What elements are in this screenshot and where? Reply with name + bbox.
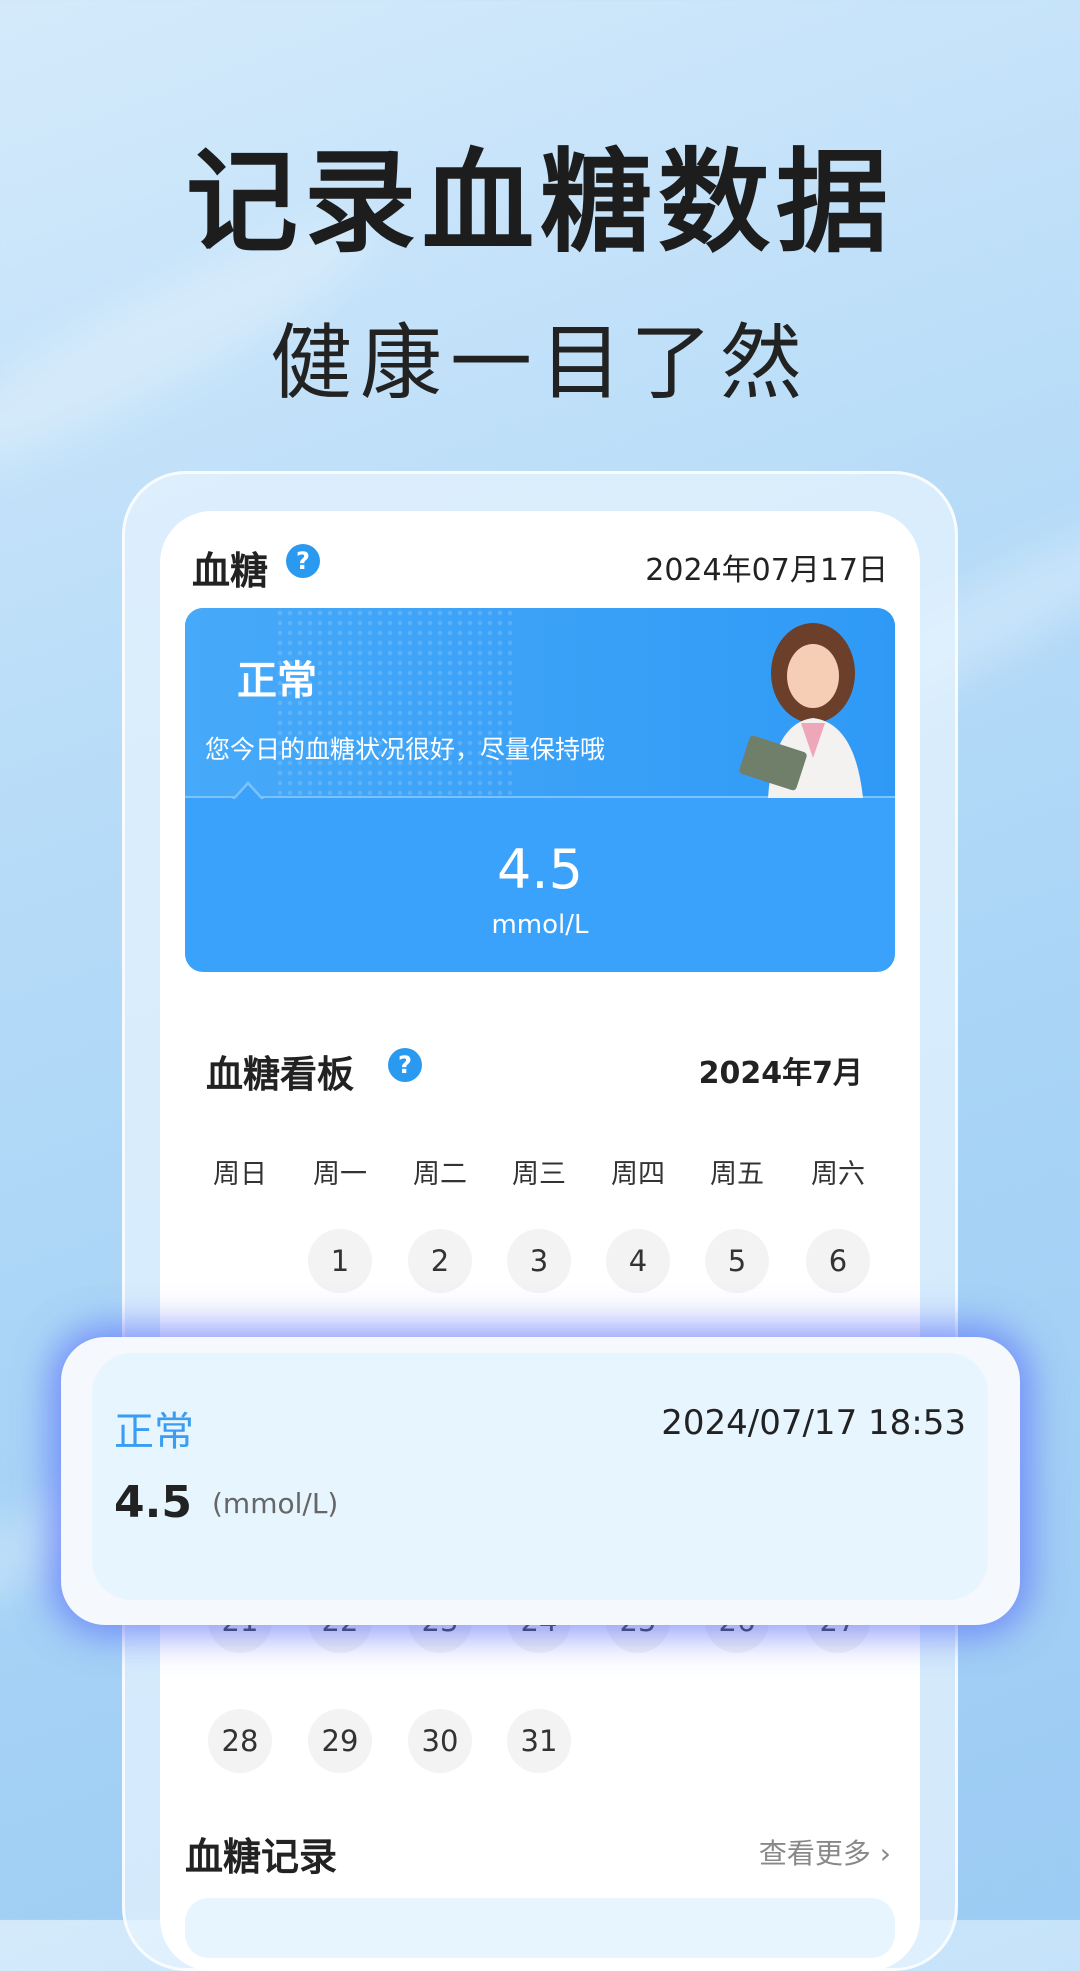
weekday-label: 周五 bbox=[710, 1159, 764, 1190]
header-date: 2024年07月17日 bbox=[645, 553, 888, 588]
board-month[interactable]: 2024年7月 bbox=[699, 1048, 863, 1092]
calendar-day[interactable]: 29 bbox=[308, 1709, 372, 1773]
weekday-label: 周四 bbox=[611, 1159, 665, 1190]
calendar-day[interactable]: 5 bbox=[705, 1229, 769, 1293]
glucose-unit: mmol/L bbox=[491, 910, 589, 940]
chevron-right-icon: › bbox=[870, 1837, 891, 1870]
record-datetime: 2024/07/17 18:53 bbox=[661, 1403, 966, 1443]
weekday-label: 周日 bbox=[213, 1159, 267, 1190]
calendar-day[interactable]: 31 bbox=[507, 1709, 571, 1773]
weekday-label: 周二 bbox=[413, 1159, 467, 1190]
board-title: 血糖看板 bbox=[206, 1053, 354, 1096]
record-unit: (mmol/L) bbox=[212, 1487, 339, 1520]
hero-subtitle: 健康一目了然 bbox=[269, 316, 810, 411]
hero-title: 记录血糖数据 bbox=[186, 138, 894, 268]
calendar-day[interactable]: 2 bbox=[408, 1229, 472, 1293]
calendar-day[interactable]: 6 bbox=[806, 1229, 870, 1293]
question-circle-icon[interactable]: ? bbox=[388, 1048, 422, 1082]
record-popup[interactable]: 正常 2024/07/17 18:53 4.5 (mmol/L) bbox=[61, 1337, 1020, 1625]
record-card[interactable] bbox=[185, 1898, 895, 1958]
calendar-day[interactable]: 28 bbox=[208, 1709, 272, 1773]
calendar-day[interactable]: 1 bbox=[308, 1229, 372, 1293]
weekday-label: 周六 bbox=[811, 1159, 865, 1190]
question-circle-icon[interactable]: ? bbox=[286, 544, 320, 578]
view-more-label: 查看更多 bbox=[758, 1837, 871, 1870]
calendar-day[interactable]: 30 bbox=[408, 1709, 472, 1773]
page-title: 血糖 bbox=[192, 549, 269, 593]
weekday-label: 周三 bbox=[512, 1159, 566, 1190]
records-title: 血糖记录 bbox=[185, 1835, 338, 1879]
calendar-day[interactable]: 4 bbox=[606, 1229, 670, 1293]
weekday-label: 周一 bbox=[313, 1159, 367, 1190]
status-label: 正常 bbox=[237, 658, 317, 704]
doctor-illustration bbox=[739, 623, 863, 798]
calendar-day[interactable]: 3 bbox=[507, 1229, 571, 1293]
status-card: 正常 您今日的血糖状况很好，尽量保持哦 4.5 mmol/L bbox=[185, 608, 895, 972]
view-more-link[interactable]: 查看更多 › bbox=[759, 1832, 891, 1872]
record-value: 4.5 bbox=[114, 1477, 192, 1528]
record-status: 正常 bbox=[114, 1409, 194, 1455]
glucose-value: 4.5 bbox=[497, 838, 583, 901]
status-message: 您今日的血糖状况很好，尽量保持哦 bbox=[205, 735, 606, 764]
